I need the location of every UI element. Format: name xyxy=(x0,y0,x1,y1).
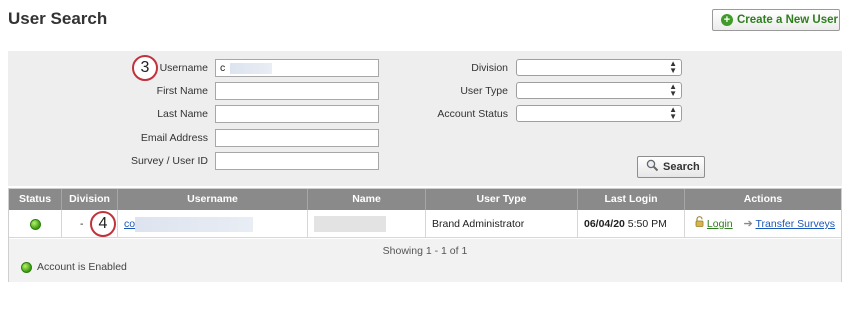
select-arrows-icon: ▲ ▼ xyxy=(669,59,677,75)
survey-user-id-input[interactable] xyxy=(215,152,379,170)
page-title: User Search xyxy=(8,9,108,28)
results-table: Status Division Username Name User Type … xyxy=(8,188,842,282)
division-select[interactable]: ▲ ▼ xyxy=(516,59,682,76)
enabled-status-icon xyxy=(29,218,41,230)
transfer-surveys-link[interactable]: Transfer Surveys xyxy=(756,218,836,230)
enabled-status-icon xyxy=(21,261,32,273)
plus-icon: + xyxy=(721,14,733,26)
email-address-input[interactable] xyxy=(215,129,379,147)
first-name-label: First Name xyxy=(156,85,208,97)
account-status-select[interactable]: ▲ ▼ xyxy=(516,105,682,122)
user-type-cell: Brand Administrator xyxy=(426,210,578,238)
last-login-date: 06/04/20 xyxy=(584,218,625,230)
username-cell: co xyxy=(118,210,308,238)
create-new-user-button[interactable]: + Create a New User xyxy=(712,9,840,31)
legend-label: Account is Enabled xyxy=(37,261,127,273)
name-redacted xyxy=(314,216,386,233)
search-button-label: Search xyxy=(663,161,700,173)
magnifier-icon xyxy=(646,159,659,175)
actions-cell: Login ➔ Transfer Surveys xyxy=(685,210,841,238)
division-value: - xyxy=(80,218,84,230)
select-arrows-icon: ▲ ▼ xyxy=(669,82,677,98)
header-division: Division xyxy=(62,189,118,210)
arrow-right-icon: ➔ xyxy=(743,218,753,230)
survey-user-id-label: Survey / User ID xyxy=(130,155,208,167)
status-cell xyxy=(9,210,62,238)
username-redacted xyxy=(135,216,254,232)
header-last-login: Last Login xyxy=(578,189,685,210)
email-address-label: Email Address xyxy=(140,132,208,144)
username-value: c xyxy=(220,62,226,74)
username-label: Username xyxy=(159,62,208,74)
header-username: Username xyxy=(118,189,308,210)
user-type-select[interactable]: ▲ ▼ xyxy=(516,82,682,99)
header-user-type: User Type xyxy=(426,189,578,210)
table-header: Status Division Username Name User Type … xyxy=(9,189,841,210)
select-arrows-icon: ▲ ▼ xyxy=(669,105,677,121)
login-link[interactable]: Login xyxy=(707,218,733,230)
table-row: - 4 co Brand Administrator 06/04/20 5:50… xyxy=(9,210,841,238)
table-footer: Showing 1 - 1 of 1 Account is Enabled xyxy=(9,239,841,282)
status-legend: Account is Enabled xyxy=(21,261,127,273)
lock-icon xyxy=(695,210,704,238)
search-button[interactable]: Search xyxy=(637,156,705,178)
division-cell: - 4 xyxy=(62,210,118,238)
name-cell xyxy=(308,210,426,238)
results-count: Showing 1 - 1 of 1 xyxy=(382,245,468,257)
username-redacted xyxy=(230,62,273,74)
last-name-label: Last Name xyxy=(157,108,208,120)
username-link[interactable]: co xyxy=(124,218,135,230)
step-4-badge: 4 xyxy=(90,211,116,237)
header-name: Name xyxy=(308,189,426,210)
user-type-label: User Type xyxy=(460,85,508,97)
search-panel: 3 Username c First Name Last Name Email … xyxy=(8,51,842,186)
division-label: Division xyxy=(471,62,508,74)
last-login-time: 5:50 PM xyxy=(627,218,667,230)
create-new-user-label: Create a New User xyxy=(737,14,838,26)
last-name-input[interactable] xyxy=(215,105,379,123)
username-input[interactable]: c xyxy=(215,59,379,77)
header-status: Status xyxy=(9,189,62,210)
account-status-label: Account Status xyxy=(437,108,508,120)
first-name-input[interactable] xyxy=(215,82,379,100)
header-actions: Actions xyxy=(743,193,783,205)
last-login-cell: 06/04/20 5:50 PM xyxy=(578,210,685,238)
